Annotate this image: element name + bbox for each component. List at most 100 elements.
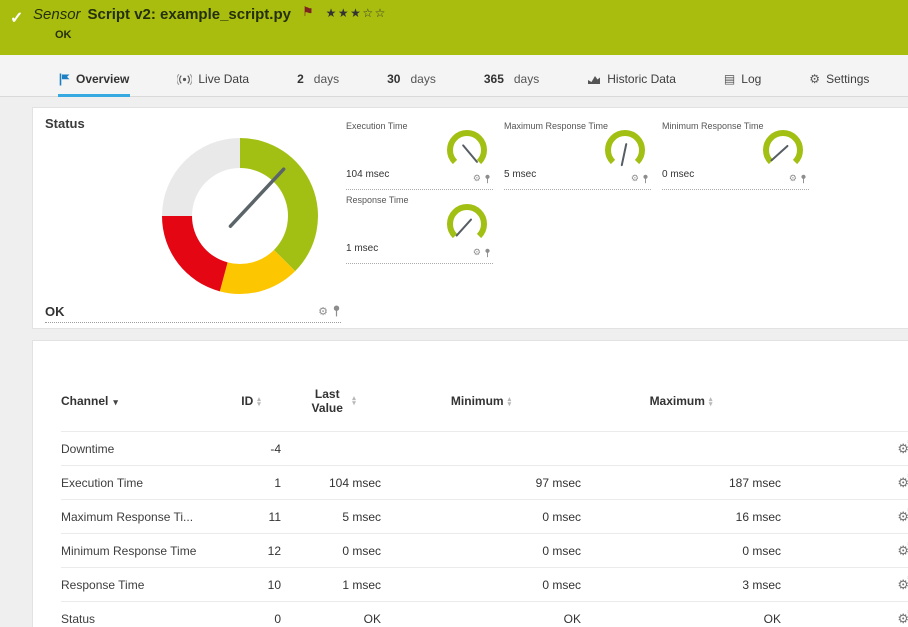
channel-last-value-cell: OK bbox=[281, 602, 381, 627]
maximum-response-time-gauge bbox=[603, 128, 647, 172]
channel-name-cell[interactable]: Maximum Response Ti... bbox=[61, 500, 221, 534]
tab-settings-label: Settings bbox=[826, 72, 869, 86]
gauge-settings-icon[interactable]: ⚙ bbox=[318, 305, 328, 318]
channel-maximum-cell: 0 msec bbox=[581, 534, 781, 568]
mini-gauge-title: Execution Time bbox=[346, 121, 408, 131]
gauge-segment-gray bbox=[162, 138, 240, 216]
header-minimum[interactable]: Minimum▴▾ bbox=[381, 371, 581, 432]
channel-settings-icon[interactable]: ⚙⚙ bbox=[897, 441, 908, 457]
table-row: Downtime -4 ⚙⚙ bbox=[61, 432, 908, 466]
tab-365-days-number: 365 bbox=[484, 72, 504, 86]
settings-gear-icon: ⚙ bbox=[809, 72, 820, 86]
channel-id-cell: 0 bbox=[221, 602, 281, 627]
tab-365-days-unit: days bbox=[514, 72, 539, 86]
gauge-settings-icon[interactable]: ⚙ bbox=[473, 173, 481, 184]
status-gauge bbox=[156, 132, 324, 300]
channel-name-cell[interactable]: Execution Time bbox=[61, 466, 221, 500]
channel-minimum-cell bbox=[381, 432, 581, 466]
header-last-value-label: Last Value bbox=[306, 387, 348, 416]
channel-settings-icon[interactable]: ⚙⚙ bbox=[897, 475, 908, 491]
tab-log[interactable]: ▤ Log bbox=[723, 72, 762, 97]
object-kind-label: Sensor bbox=[33, 6, 81, 23]
pin-icon[interactable] bbox=[484, 174, 491, 184]
channel-settings-icon[interactable]: ⚙⚙ bbox=[897, 577, 908, 593]
gauge-panel-response-time: Response Time 1 msec ⚙ bbox=[346, 190, 493, 264]
channel-maximum-cell: 16 msec bbox=[581, 500, 781, 534]
gauge-settings-icon[interactable]: ⚙ bbox=[631, 173, 639, 184]
sort-icon: ▴▾ bbox=[257, 397, 261, 407]
tab-overview[interactable]: Overview bbox=[58, 72, 130, 97]
page-title: Script v2: example_script.py bbox=[88, 6, 291, 23]
channel-id-cell: 10 bbox=[221, 568, 281, 602]
tab-2-days-number: 2 bbox=[297, 72, 304, 86]
channel-minimum-cell: 0 msec bbox=[381, 500, 581, 534]
status-panel-title: Status bbox=[45, 116, 85, 131]
channel-name-cell[interactable]: Response Time bbox=[61, 568, 221, 602]
tab-live-data[interactable]: Live Data bbox=[176, 72, 250, 97]
header-channel[interactable]: Channel▾ bbox=[61, 371, 221, 432]
priority-flag-icon[interactable]: ⚑ bbox=[302, 4, 314, 20]
channel-settings-cell: ⚙⚙ bbox=[781, 534, 908, 568]
channel-name-cell[interactable]: Downtime bbox=[61, 432, 221, 466]
sensor-status-text: OK bbox=[55, 29, 72, 41]
table-row: Maximum Response Ti... 11 5 msec 0 msec … bbox=[61, 500, 908, 534]
tab-365-days[interactable]: 365 days bbox=[483, 72, 540, 97]
status-footer-icons: ⚙ bbox=[318, 305, 341, 318]
channel-last-value-cell: 1 msec bbox=[281, 568, 381, 602]
channel-settings-cell: ⚙⚙ bbox=[781, 568, 908, 602]
channel-last-value-cell bbox=[281, 432, 381, 466]
mini-gauge-icons: ⚙ bbox=[789, 173, 807, 184]
mini-gauge-value: 1 msec bbox=[346, 243, 378, 254]
channel-id-cell: 11 bbox=[221, 500, 281, 534]
live-data-icon bbox=[177, 74, 192, 85]
gauge-settings-icon[interactable]: ⚙ bbox=[473, 247, 481, 258]
tab-log-label: Log bbox=[741, 72, 761, 86]
header-actions bbox=[781, 371, 908, 432]
minimum-response-time-gauge bbox=[761, 128, 805, 172]
gauge-segment-red bbox=[162, 216, 228, 291]
pin-icon[interactable] bbox=[332, 305, 341, 317]
channels-table: Channel▾ ID ▴▾ Last Value ▴▾ Minimum▴▾ Max… bbox=[61, 371, 908, 627]
mini-gauge-value: 5 msec bbox=[504, 169, 536, 180]
channel-settings-icon[interactable]: ⚙⚙ bbox=[897, 543, 908, 559]
mini-gauge-icons: ⚙ bbox=[631, 173, 649, 184]
status-panel: Status OK ⚙ Execution Time bbox=[32, 107, 908, 329]
pin-icon[interactable] bbox=[484, 248, 491, 258]
channel-maximum-cell: 187 msec bbox=[581, 466, 781, 500]
prtg-sensor-page: ✓ Sensor Script v2: example_script.py ⚑ … bbox=[0, 0, 908, 627]
sort-icon: ▴▾ bbox=[709, 397, 713, 407]
tab-overview-label: Overview bbox=[76, 72, 129, 86]
gauge-settings-icon[interactable]: ⚙ bbox=[789, 173, 797, 184]
tab-live-data-label: Live Data bbox=[198, 72, 249, 86]
channel-minimum-cell: 0 msec bbox=[381, 568, 581, 602]
status-value: OK bbox=[45, 304, 65, 319]
tab-historic-data-label: Historic Data bbox=[607, 72, 676, 86]
channel-name-cell[interactable]: Status bbox=[61, 602, 221, 627]
table-row: Execution Time 1 104 msec 97 msec 187 ms… bbox=[61, 466, 908, 500]
status-footer: OK ⚙ bbox=[45, 300, 341, 323]
sensor-header: ✓ Sensor Script v2: example_script.py ⚑ … bbox=[0, 0, 908, 55]
pin-icon[interactable] bbox=[642, 174, 649, 184]
sort-icon: ▴▾ bbox=[352, 396, 356, 406]
table-row: Minimum Response Time 12 0 msec 0 msec 0… bbox=[61, 534, 908, 568]
pin-icon[interactable] bbox=[800, 174, 807, 184]
mini-gauge-title: Minimum Response Time bbox=[662, 121, 764, 131]
channel-settings-icon[interactable]: ⚙⚙ bbox=[897, 611, 908, 627]
tab-30-days[interactable]: 30 days bbox=[386, 72, 437, 97]
sort-icon: ▴▾ bbox=[508, 397, 512, 407]
header-id[interactable]: ID ▴▾ bbox=[221, 371, 281, 432]
priority-stars[interactable]: ★★★☆☆ bbox=[326, 6, 387, 20]
tab-settings[interactable]: ⚙ Settings bbox=[808, 72, 870, 97]
table-header-row: Channel▾ ID ▴▾ Last Value ▴▾ Minimum▴▾ Max… bbox=[61, 371, 908, 432]
channel-name-cell[interactable]: Minimum Response Time bbox=[61, 534, 221, 568]
sensor-title-line: Sensor Script v2: example_script.py ⚑ ★★… bbox=[33, 6, 387, 23]
tab-2-days[interactable]: 2 days bbox=[296, 72, 340, 97]
table-row: Status 0 OK OK OK ⚙⚙ bbox=[61, 602, 908, 627]
channel-settings-icon[interactable]: ⚙⚙ bbox=[897, 509, 908, 525]
header-last-value[interactable]: Last Value ▴▾ bbox=[281, 371, 381, 432]
header-id-label: ID bbox=[241, 394, 253, 408]
tab-historic-data[interactable]: Historic Data bbox=[586, 72, 677, 97]
status-check-icon: ✓ bbox=[10, 8, 23, 28]
channel-maximum-cell bbox=[581, 432, 781, 466]
header-maximum[interactable]: Maximum▴▾ bbox=[581, 371, 781, 432]
